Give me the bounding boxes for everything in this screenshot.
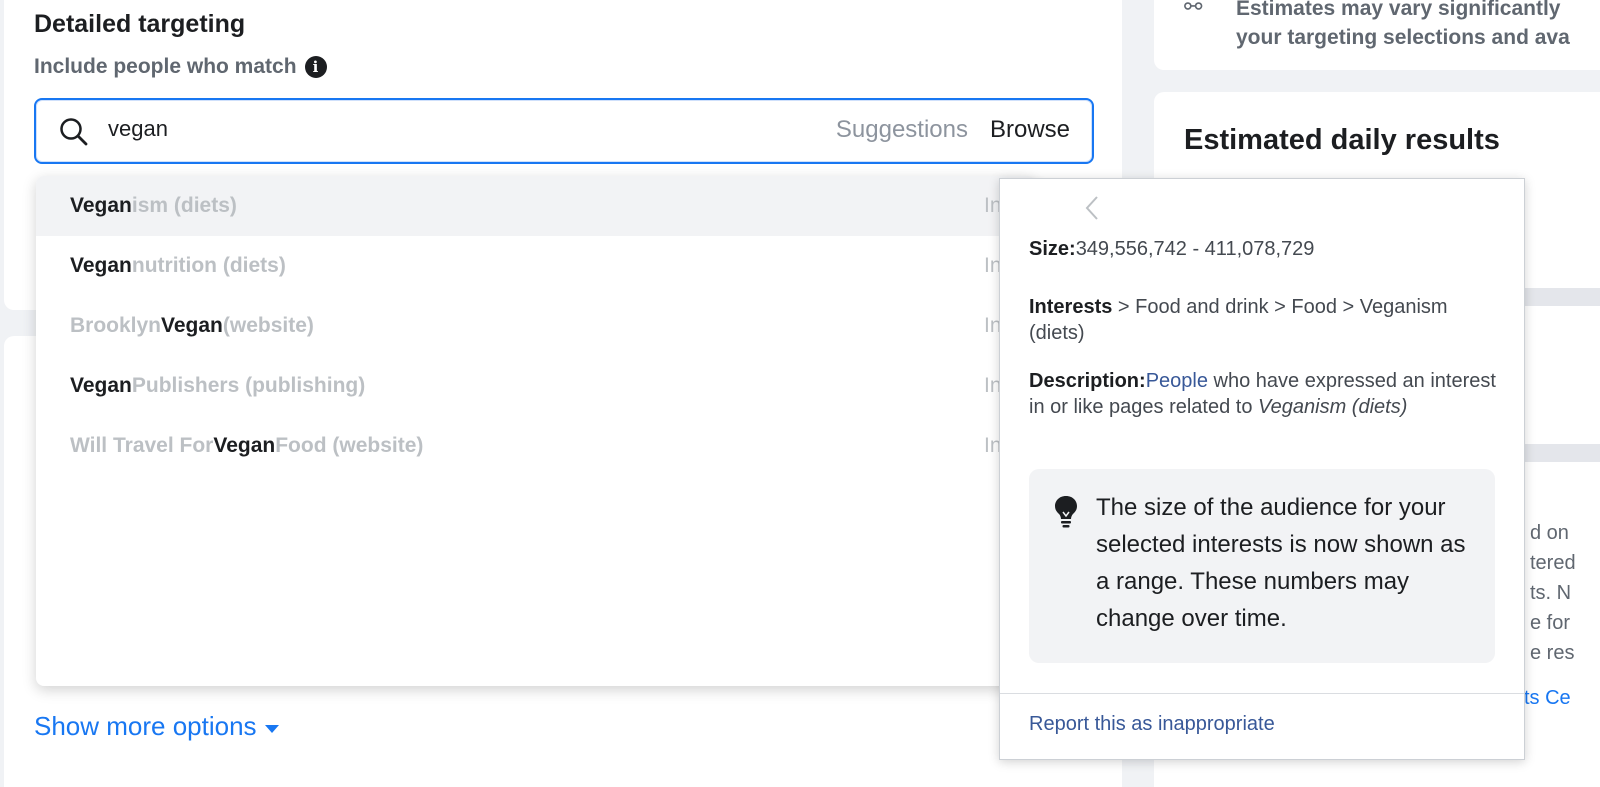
chevron-left-icon[interactable]	[1082, 193, 1102, 223]
lightbulb-icon	[1055, 496, 1077, 528]
detailed-targeting-heading: Detailed targeting	[34, 10, 246, 38]
interest-details-popover: Size:349,556,742 - 411,078,729 Interests…	[999, 178, 1525, 760]
description-label: Description:	[1029, 370, 1146, 392]
suggestion-item[interactable]: Vegan ism (diets) In	[36, 176, 1036, 236]
placeholder-bar	[1524, 444, 1600, 462]
include-people-text: Include people who match	[34, 55, 297, 78]
suggestion-match: Vegan	[213, 434, 276, 457]
faded-text: tered	[1530, 552, 1576, 574]
suggestion-prefix: Will Travel For	[70, 434, 214, 457]
suggestion-match: Vegan	[70, 374, 132, 397]
suggestion-suffix: Food (website)	[275, 434, 424, 457]
estimate-notice-line: your targeting selections and ava	[1236, 26, 1570, 50]
suggestion-suffix: (website)	[222, 314, 314, 337]
faded-text: ts. N	[1530, 582, 1572, 604]
path-label: Interests	[1029, 296, 1113, 318]
suggestion-match: Vegan	[70, 194, 132, 217]
audience-range-tip: The size of the audience for your select…	[1029, 469, 1495, 663]
interest-path: Interests > Food and drink > Food > Vega…	[1029, 294, 1499, 346]
caret-down-icon	[264, 724, 279, 733]
suggestions-tab[interactable]: Suggestions	[836, 116, 968, 144]
search-input[interactable]	[108, 116, 708, 142]
suggestion-match: Vegan	[70, 254, 132, 277]
audience-size: Size:349,556,742 - 411,078,729	[1029, 238, 1314, 261]
faded-text: e res	[1530, 642, 1575, 664]
browse-tab[interactable]: Browse	[990, 116, 1070, 144]
suggestion-match: Vegan	[161, 314, 223, 337]
size-value: 349,556,742 - 411,078,729	[1075, 238, 1315, 260]
interest-description: Description:People who have expressed an…	[1029, 368, 1499, 420]
targeting-search-box[interactable]: Suggestions Browse	[34, 98, 1094, 164]
people-link[interactable]: People	[1146, 370, 1208, 392]
show-more-options-link[interactable]: Show more options	[34, 711, 279, 742]
estimated-daily-results-title: Estimated daily results	[1184, 124, 1500, 156]
results-center-link[interactable]: ts Ce	[1524, 687, 1571, 710]
size-label: Size:	[1029, 238, 1076, 260]
include-people-label: Include people who match i	[34, 55, 327, 79]
description-interest: Veganism (diets)	[1258, 396, 1408, 418]
suggestion-item[interactable]: Brooklyn Vegan (website) In	[36, 296, 1036, 356]
suggestions-dropdown: Vegan ism (diets) In Vegan nutrition (die…	[36, 176, 1036, 686]
report-inappropriate-link[interactable]: Report this as inappropriate	[1029, 713, 1275, 736]
suggestion-item[interactable]: Vegan Publishers (publishing) In	[36, 356, 1036, 416]
divider	[1000, 693, 1524, 694]
estimate-notice: Estimates may vary significantly your ta…	[1236, 0, 1570, 53]
estimate-icon: ⚯	[1184, 0, 1203, 19]
info-icon[interactable]: i	[304, 56, 327, 78]
placeholder-bar	[1524, 288, 1600, 306]
faded-text: e for	[1530, 612, 1571, 634]
show-more-label: Show more options	[34, 711, 257, 741]
faded-text: d on	[1530, 522, 1569, 544]
suggestion-item[interactable]: Will Travel For Vegan Food (website) In	[36, 416, 1036, 476]
estimate-notice-line: Estimates may vary significantly	[1236, 0, 1561, 20]
search-icon	[60, 118, 88, 146]
suggestion-item[interactable]: Vegan nutrition (diets) In	[36, 236, 1036, 296]
suggestion-suffix: ism (diets)	[131, 194, 237, 217]
tip-text: The size of the audience for your select…	[1096, 494, 1466, 632]
suggestion-suffix: nutrition (diets)	[131, 254, 286, 277]
suggestion-suffix: Publishers (publishing)	[131, 374, 366, 397]
suggestion-prefix: Brooklyn	[70, 314, 162, 337]
